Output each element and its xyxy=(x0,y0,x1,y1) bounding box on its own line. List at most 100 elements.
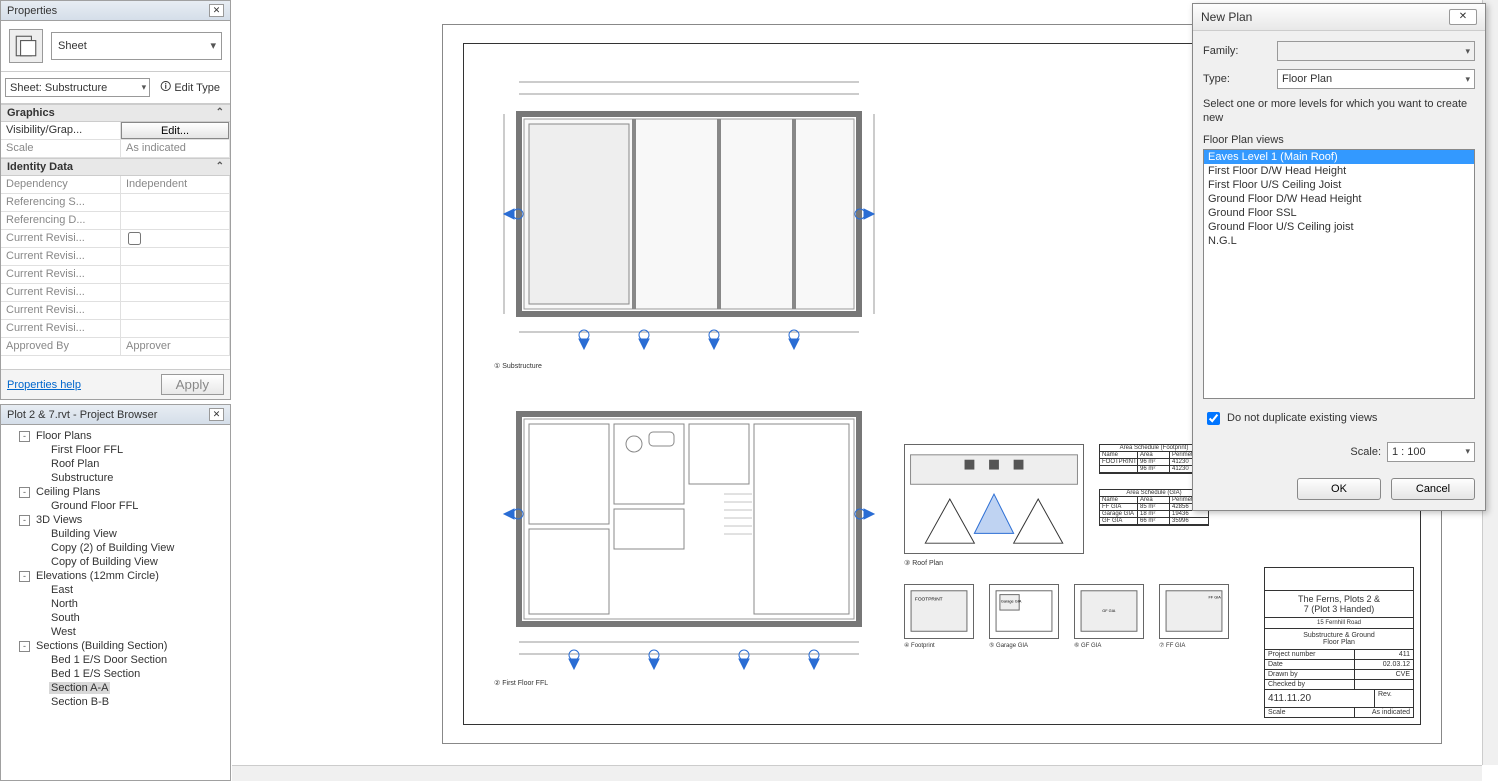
level-item[interactable]: Eaves Level 1 (Main Roof) xyxy=(1204,150,1474,164)
tree-item[interactable]: First Floor FFL xyxy=(3,443,228,457)
properties-title-bar[interactable]: Properties ✕ xyxy=(1,1,230,21)
tree-category[interactable]: -Sections (Building Section) xyxy=(3,639,228,653)
tree-label[interactable]: South xyxy=(49,612,82,624)
tree-label[interactable]: Roof Plan xyxy=(49,458,101,470)
do-not-duplicate-checkbox[interactable] xyxy=(1207,412,1220,425)
viewport-roof[interactable] xyxy=(904,444,1084,554)
properties-close-icon[interactable]: ✕ xyxy=(209,4,224,17)
level-item[interactable]: First Floor U/S Ceiling Joist xyxy=(1204,178,1474,192)
type-dropdown[interactable]: Floor Plan xyxy=(1277,69,1475,89)
viewport-ff-gia[interactable]: FF GIA xyxy=(1159,584,1229,639)
svg-text:FF GIA: FF GIA xyxy=(1208,595,1221,599)
dialog-instruction: Select one or more levels for which you … xyxy=(1203,97,1475,126)
dialog-close-icon[interactable]: ✕ xyxy=(1449,9,1477,25)
tree-item[interactable]: Section B-B xyxy=(3,695,228,709)
levels-listbox[interactable]: Eaves Level 1 (Main Roof)First Floor D/W… xyxy=(1203,149,1475,399)
browser-close-icon[interactable]: ✕ xyxy=(209,408,224,421)
ok-button[interactable]: OK xyxy=(1297,478,1381,500)
plan-drawing xyxy=(494,64,884,354)
tree-label[interactable]: Sections (Building Section) xyxy=(34,640,169,652)
identity-section-header[interactable]: Identity Data ⌃ xyxy=(1,158,230,176)
tree-label[interactable]: West xyxy=(49,626,78,638)
tree-label[interactable]: Bed 1 E/S Section xyxy=(49,668,142,680)
tree-label[interactable]: Bed 1 E/S Door Section xyxy=(49,654,169,666)
type-label: Type: xyxy=(1203,73,1277,85)
project-tree[interactable]: -Floor PlansFirst Floor FFLRoof PlanSubs… xyxy=(1,425,230,780)
canvas-horizontal-scrollbar[interactable] xyxy=(232,765,1482,781)
sheet-icon xyxy=(9,29,43,63)
tree-item[interactable]: Roof Plan xyxy=(3,457,228,471)
level-item[interactable]: Ground Floor D/W Head Height xyxy=(1204,192,1474,206)
tree-label[interactable]: Copy of Building View xyxy=(49,556,160,568)
tree-item[interactable]: Bed 1 E/S Section xyxy=(3,667,228,681)
cancel-button[interactable]: Cancel xyxy=(1391,478,1475,500)
collapse-icon: ⌃ xyxy=(216,107,224,119)
tree-label[interactable]: 3D Views xyxy=(34,514,84,526)
viewport-substructure[interactable] xyxy=(494,64,884,354)
family-dropdown[interactable] xyxy=(1277,41,1475,61)
visibility-edit-button[interactable]: Edit... xyxy=(121,122,229,139)
revision-checkbox[interactable] xyxy=(128,232,141,245)
tree-item[interactable]: Ground Floor FFL xyxy=(3,499,228,513)
tree-item[interactable]: Bed 1 E/S Door Section xyxy=(3,653,228,667)
level-item[interactable]: Ground Floor U/S Ceiling joist xyxy=(1204,220,1474,234)
family-label: Family: xyxy=(1203,45,1277,57)
tree-label[interactable]: Ceiling Plans xyxy=(34,486,102,498)
tree-label[interactable]: East xyxy=(49,584,75,596)
graphics-section-header[interactable]: Graphics ⌃ xyxy=(1,104,230,122)
tree-category[interactable]: -Floor Plans xyxy=(3,429,228,443)
plan-drawing xyxy=(494,394,884,674)
type-dropdown[interactable]: Sheet xyxy=(51,32,222,60)
tree-label[interactable]: Floor Plans xyxy=(34,430,94,442)
type-selector[interactable]: Sheet xyxy=(1,21,230,72)
viewport-garage-gia[interactable]: Garage GIA xyxy=(989,584,1059,639)
dialog-title-bar[interactable]: New Plan ✕ xyxy=(1193,4,1485,31)
tree-label[interactable]: Elevations (12mm Circle) xyxy=(34,570,161,582)
tree-label[interactable]: Substructure xyxy=(49,472,115,484)
tree-item[interactable]: Copy of Building View xyxy=(3,555,228,569)
identity-grid: Dependency Independent Referencing S... … xyxy=(1,176,230,356)
edit-type-icon: 🛈 xyxy=(160,78,171,97)
tree-item[interactable]: Copy (2) of Building View xyxy=(3,541,228,555)
tree-item[interactable]: East xyxy=(3,583,228,597)
tree-toggle-icon[interactable]: - xyxy=(19,487,30,498)
tree-toggle-icon[interactable]: - xyxy=(19,641,30,652)
tree-item[interactable]: Substructure xyxy=(3,471,228,485)
browser-title-bar[interactable]: Plot 2 & 7.rvt - Project Browser ✕ xyxy=(1,405,230,425)
viewport-first-floor[interactable] xyxy=(494,394,884,674)
prop-key: Visibility/Grap... xyxy=(1,122,121,140)
svg-text:GF GIA: GF GIA xyxy=(1102,609,1115,613)
tree-label[interactable]: Section A-A xyxy=(49,682,110,694)
tree-item[interactable]: Building View xyxy=(3,527,228,541)
scale-label: Scale: xyxy=(1350,446,1381,458)
properties-help-link[interactable]: Properties help xyxy=(7,379,81,391)
prop-value: As indicated xyxy=(121,140,230,158)
tree-item[interactable]: South xyxy=(3,611,228,625)
tree-category[interactable]: -Ceiling Plans xyxy=(3,485,228,499)
edit-type-button[interactable]: 🛈 Edit Type xyxy=(154,75,226,100)
tree-item[interactable]: North xyxy=(3,597,228,611)
level-item[interactable]: Ground Floor SSL xyxy=(1204,206,1474,220)
tree-label[interactable]: First Floor FFL xyxy=(49,444,125,456)
tree-label[interactable]: Building View xyxy=(49,528,119,540)
svg-text:FOOTPRINT: FOOTPRINT xyxy=(915,596,943,602)
viewport-footprint[interactable]: FOOTPRINT xyxy=(904,584,974,639)
scale-dropdown[interactable]: 1 : 100 xyxy=(1387,442,1475,462)
tree-toggle-icon[interactable]: - xyxy=(19,431,30,442)
tree-toggle-icon[interactable]: - xyxy=(19,515,30,526)
tree-label[interactable]: Copy (2) of Building View xyxy=(49,542,176,554)
tree-toggle-icon[interactable]: - xyxy=(19,571,30,582)
tree-item[interactable]: West xyxy=(3,625,228,639)
tree-category[interactable]: -3D Views xyxy=(3,513,228,527)
tree-label[interactable]: Ground Floor FFL xyxy=(49,500,140,512)
tree-label[interactable]: Section B-B xyxy=(49,696,111,708)
apply-button[interactable]: Apply xyxy=(161,374,224,395)
tree-label[interactable]: North xyxy=(49,598,80,610)
tree-category[interactable]: -Elevations (12mm Circle) xyxy=(3,569,228,583)
instance-dropdown[interactable]: Sheet: Substructure xyxy=(5,78,150,97)
tree-item[interactable]: Section A-A xyxy=(3,681,228,695)
view-title: ① Substructure xyxy=(494,362,542,370)
level-item[interactable]: First Floor D/W Head Height xyxy=(1204,164,1474,178)
viewport-gf-gia[interactable]: GF GIA xyxy=(1074,584,1144,639)
level-item[interactable]: N.G.L xyxy=(1204,234,1474,248)
